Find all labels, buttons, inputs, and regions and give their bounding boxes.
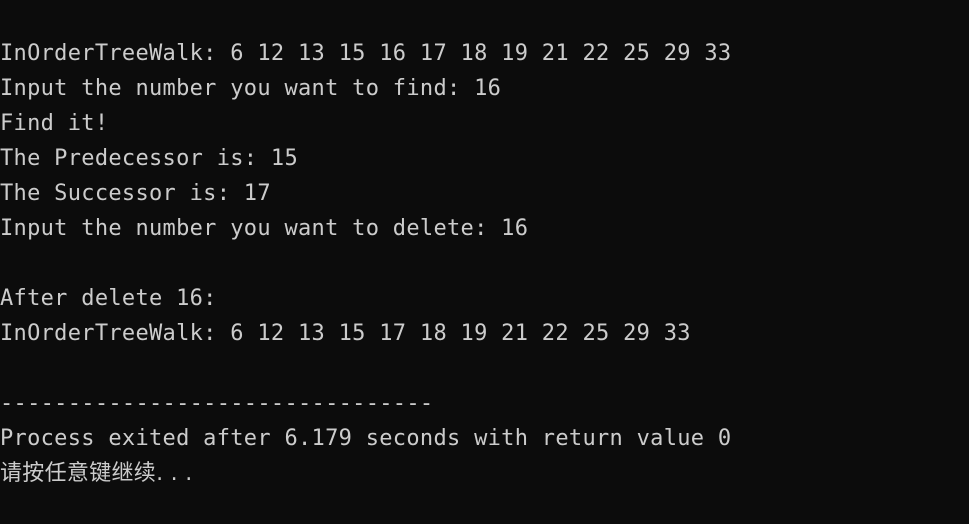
console-output: InOrderTreeWalk: 6 12 13 15 16 17 18 19 … [0,0,969,524]
console-separator: -------------------------------- [0,391,434,416]
console-line-successor: The Successor is: 17 [0,181,271,206]
console-line-after-delete: After delete 16: [0,286,217,311]
console-line-find-prompt: Input the number you want to find: 16 [0,76,502,101]
console-line-predecessor: The Predecessor is: 15 [0,146,298,171]
console-line-delete-prompt: Input the number you want to delete: 16 [0,216,529,241]
console-line-blank [0,351,969,386]
console-line-inorder-before: InOrderTreeWalk: 6 12 13 15 16 17 18 19 … [0,41,732,66]
console-line-press-any-key: 请按任意键继续. . . [0,461,193,486]
console-line-inorder-after: InOrderTreeWalk: 6 12 13 15 17 18 19 21 … [0,321,691,346]
console-line-blank [0,246,969,281]
console-line-find-result: Find it! [0,111,109,136]
console-line-process-exit: Process exited after 6.179 seconds with … [0,426,732,451]
